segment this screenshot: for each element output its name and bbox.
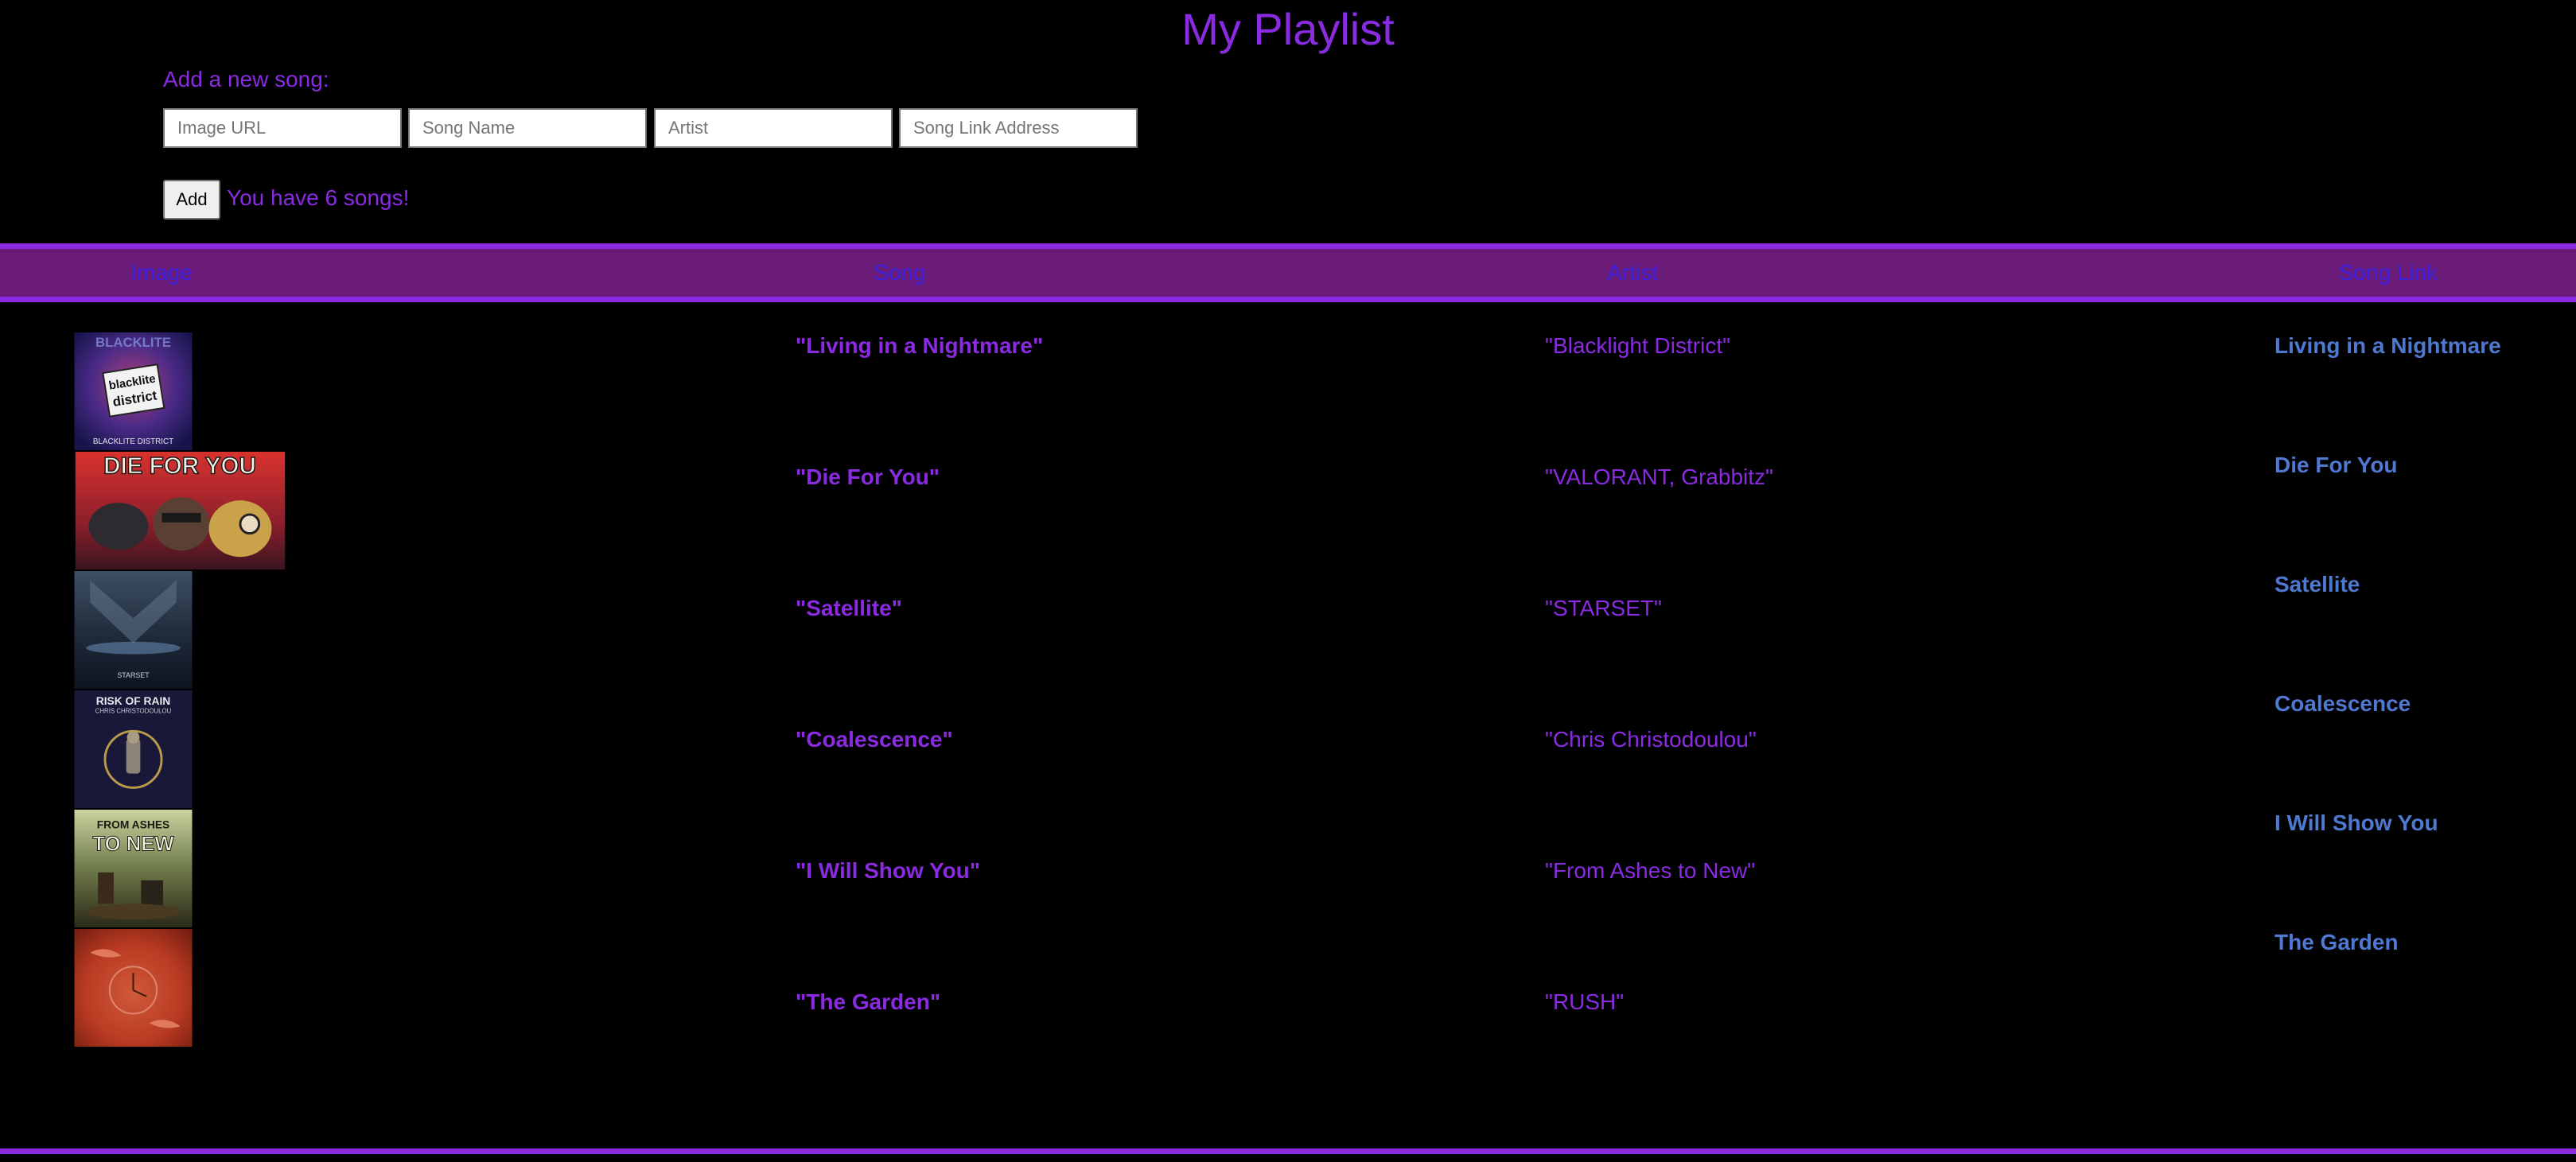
song-name-input[interactable] — [408, 108, 647, 148]
song-link[interactable]: I Will Show You — [2274, 810, 2438, 837]
rush-cover — [74, 929, 193, 1047]
song-cell: "The Garden" — [796, 989, 941, 1014]
song-link[interactable]: Living in a Nightmare — [2274, 332, 2501, 359]
header-artist: Artist — [1607, 260, 1658, 285]
starset-cover: STARSET — [74, 571, 193, 689]
artist-cell: "STARSET" — [1545, 596, 1662, 620]
cover-bottom-text: STARSET — [117, 671, 150, 679]
header-song: Song — [874, 260, 926, 285]
song-cell: "Satellite" — [796, 596, 902, 620]
song-count-text: You have 6 songs! — [227, 185, 410, 210]
table-header: Image Song Artist Song Link — [0, 243, 2576, 302]
song-cell: "I Will Show You" — [796, 858, 981, 883]
page-title: My Playlist — [1181, 4, 1395, 54]
artist-cell: "Blacklight District" — [1545, 333, 1731, 358]
cover-title-text: DIE FOR YOU — [103, 453, 256, 480]
cover-top-text: BLACKLITE — [95, 335, 171, 350]
song-link-input[interactable] — [899, 108, 1138, 148]
add-button[interactable]: Add — [163, 180, 220, 220]
song-link[interactable]: The Garden — [2274, 929, 2399, 956]
song-link[interactable]: Die For You — [2274, 452, 2398, 479]
artist-cell: "VALORANT, Grabbitz" — [1545, 464, 1773, 489]
song-cell: "Coalescence" — [796, 727, 953, 752]
song-cell: "Die For You" — [796, 464, 940, 489]
blacklite-district-cover: BLACKLITE blacklite district BLACKLITE D… — [74, 332, 193, 450]
artist-cell: "RUSH" — [1545, 989, 1625, 1014]
song-cell: "Living in a Nightmare" — [796, 333, 1044, 358]
footer-divider — [0, 1148, 2576, 1154]
artist-input[interactable] — [654, 108, 893, 148]
image-url-input[interactable] — [163, 108, 402, 148]
cover-bottom-text: BLACKLITE DISTRICT — [93, 437, 173, 446]
header-song-link: Song Link — [2338, 260, 2438, 285]
add-song-label: Add a new song: — [163, 67, 329, 91]
header-image: Image — [130, 260, 193, 285]
playlist-page: My Playlist Add a new song: Add You have… — [0, 0, 2576, 1162]
die-for-you-cover: DIE FOR YOU — [75, 452, 286, 569]
risk-of-rain-cover: RISK OF RAIN CHRIS CHRISTODOULOU — [74, 690, 193, 808]
cover-album-text: TO NEW — [92, 833, 174, 855]
song-link[interactable]: Satellite — [2274, 571, 2360, 598]
song-link[interactable]: Coalescence — [2274, 690, 2411, 717]
cover-band-text: FROM ASHES — [97, 818, 169, 831]
from-ashes-to-new-cover: FROM ASHES TO NEW — [74, 810, 193, 927]
cover-title-text: RISK OF RAIN — [96, 694, 171, 707]
cover-subtitle-text: CHRIS CHRISTODOULOU — [95, 708, 172, 715]
artist-cell: "From Ashes to New" — [1545, 858, 1756, 883]
artist-cell: "Chris Christodoulou" — [1545, 727, 1757, 752]
